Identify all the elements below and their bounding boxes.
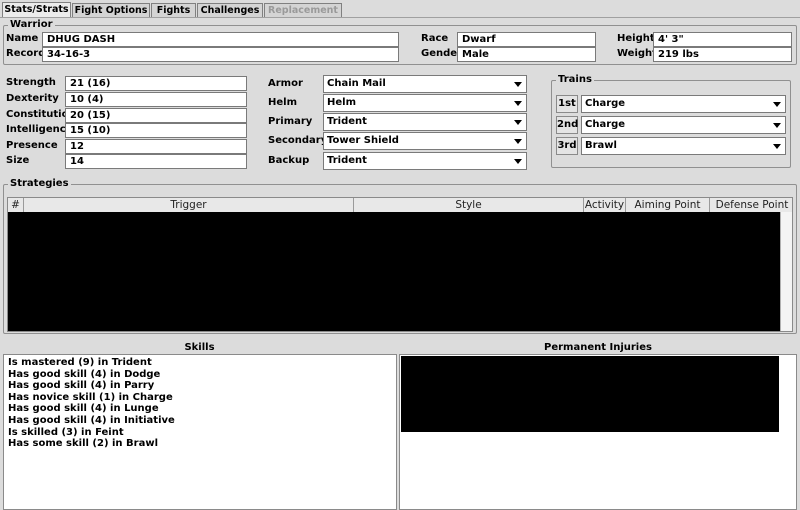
record-label: Record — [6, 48, 46, 59]
race-field[interactable]: Dwarf — [457, 32, 596, 47]
helm-select[interactable]: Helm — [323, 94, 527, 112]
constitution-field[interactable]: 20 (15) — [65, 108, 247, 123]
primary-value: Trident — [327, 116, 367, 127]
injuries-header: Permanent Injuries — [544, 342, 652, 353]
chevron-down-icon — [514, 139, 522, 144]
tab-challenges[interactable]: Challenges — [197, 3, 263, 17]
tab-fights[interactable]: Fights — [151, 3, 196, 17]
race-label: Race — [421, 33, 449, 44]
strategies-group-title: Strategies — [8, 178, 71, 190]
column-header-number[interactable]: # — [8, 198, 24, 212]
gender-label: Gender — [421, 48, 462, 59]
intelligence-field[interactable]: 15 (10) — [65, 123, 247, 138]
size-field[interactable]: 14 — [65, 154, 247, 169]
train-1st-label: 1st — [556, 95, 578, 113]
column-header-trigger[interactable]: Trigger — [24, 198, 354, 212]
column-header-style[interactable]: Style — [354, 198, 584, 212]
tab-replacement: Replacement — [264, 3, 342, 17]
name-field[interactable]: DHUG DASH — [42, 32, 399, 47]
list-item: Has some skill (2) in Brawl — [8, 438, 158, 450]
armor-label: Armor — [268, 78, 303, 89]
record-field[interactable]: 34-16-3 — [42, 47, 399, 62]
list-item: Is skilled (3) in Feint — [8, 426, 124, 438]
strategies-table[interactable]: # Trigger Style Activity Aiming Point De… — [7, 197, 793, 332]
tab-divider — [0, 17, 800, 18]
dexterity-field[interactable]: 10 (4) — [65, 92, 247, 107]
train-2nd-select[interactable]: Charge — [581, 116, 786, 134]
list-item: Is mastered (9) in Trident — [8, 357, 152, 368]
helm-label: Helm — [268, 97, 297, 108]
train-2nd-label: 2nd — [556, 116, 578, 134]
list-item: Has good skill (4) in Dodge — [8, 368, 161, 380]
chevron-down-icon — [773, 144, 781, 149]
list-item: Has good skill (4) in Initiative — [8, 415, 175, 426]
height-label: Height — [617, 33, 655, 44]
train-3rd-select[interactable]: Brawl — [581, 137, 786, 155]
chevron-down-icon — [514, 101, 522, 106]
strategies-rows-redacted — [8, 212, 780, 331]
backup-select[interactable]: Trident — [323, 152, 527, 170]
list-item: Has novice skill (1) in Charge — [8, 391, 173, 403]
strength-label: Strength — [6, 77, 56, 88]
name-label: Name — [6, 33, 39, 44]
list-item: Has good skill (4) in Parry — [8, 380, 155, 392]
helm-value: Helm — [327, 97, 356, 108]
column-header-activity[interactable]: Activity — [584, 198, 626, 212]
size-label: Size — [6, 155, 30, 166]
tab-fight-options[interactable]: Fight Options — [72, 3, 150, 17]
train-3rd-label: 3rd — [556, 137, 578, 155]
column-header-defense-point[interactable]: Defense Point — [710, 198, 792, 212]
secondary-select[interactable]: Tower Shield — [323, 132, 527, 150]
skills-header: Skills — [184, 342, 215, 353]
column-header-aiming-point[interactable]: Aiming Point — [626, 198, 710, 212]
presence-field[interactable]: 12 — [65, 139, 247, 154]
weight-label: Weight — [617, 48, 657, 59]
warrior-group-title: Warrior — [8, 19, 55, 31]
backup-label: Backup — [268, 155, 310, 166]
chevron-down-icon — [514, 120, 522, 125]
chevron-down-icon — [773, 102, 781, 107]
secondary-value: Tower Shield — [327, 135, 399, 146]
tab-stats-strats[interactable]: Stats/Strats — [2, 2, 71, 18]
backup-value: Trident — [327, 155, 367, 166]
weight-field[interactable]: 219 lbs — [653, 47, 792, 62]
strength-field[interactable]: 21 (16) — [65, 76, 247, 91]
skills-list[interactable]: Is mastered (9) in Trident Has good skil… — [3, 354, 397, 510]
primary-select[interactable]: Trident — [323, 113, 527, 131]
armor-value: Chain Mail — [327, 78, 386, 89]
height-field[interactable]: 4' 3" — [653, 32, 792, 47]
armor-select[interactable]: Chain Mail — [323, 75, 527, 93]
intelligence-label: Intelligence — [6, 124, 73, 135]
train-1st-value: Charge — [585, 98, 626, 109]
strategies-scrollbar[interactable] — [780, 212, 792, 331]
trains-group-title: Trains — [556, 74, 594, 86]
list-item: Has good skill (4) in Lunge — [8, 403, 159, 415]
presence-label: Presence — [6, 140, 58, 151]
injuries-redacted — [401, 356, 779, 432]
dexterity-label: Dexterity — [6, 93, 59, 104]
chevron-down-icon — [514, 82, 522, 87]
chevron-down-icon — [773, 123, 781, 128]
train-1st-select[interactable]: Charge — [581, 95, 786, 113]
injuries-list[interactable] — [399, 354, 797, 510]
train-2nd-value: Charge — [585, 119, 626, 130]
gender-field[interactable]: Male — [457, 47, 596, 62]
chevron-down-icon — [514, 159, 522, 164]
primary-label: Primary — [268, 116, 313, 127]
secondary-label: Secondary — [268, 135, 328, 146]
train-3rd-value: Brawl — [585, 140, 617, 151]
